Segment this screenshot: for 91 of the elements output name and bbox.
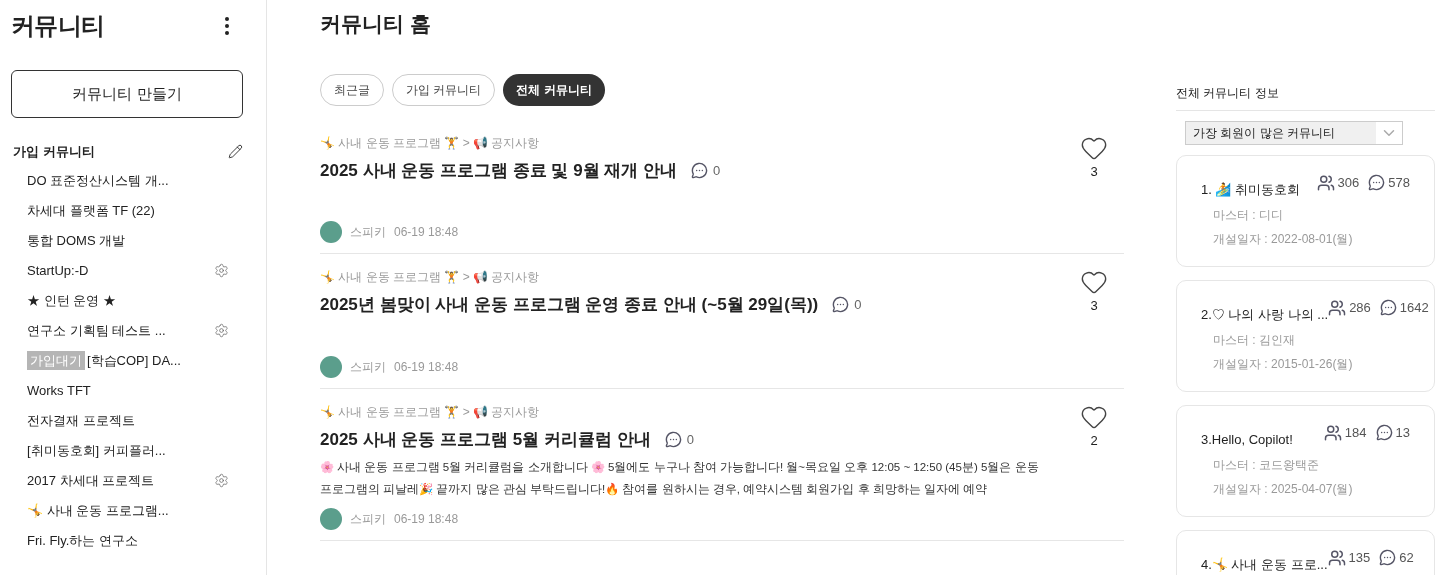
post-title[interactable]: 2025 사내 운동 프로그램 종료 및 9월 재개 안내 bbox=[320, 157, 678, 183]
community-name: 1. 🏄 취미동호회 bbox=[1201, 181, 1301, 199]
community-card[interactable]: 1. 🏄 취미동호회 306 578 마스터 : 디디 개설일자 : 2022-08-01(월) bbox=[1176, 155, 1435, 267]
community-name: 2.♡ 나의 사랑 나의 ... bbox=[1201, 306, 1329, 324]
author-avatar bbox=[320, 355, 342, 378]
info-title: 전체 커뮤니티 정보 bbox=[1176, 84, 1435, 111]
pending-badge: 가입대기 bbox=[27, 350, 85, 371]
community-item[interactable]: Works TFT bbox=[11, 375, 255, 406]
post-preview: 🌸 사내 운동 프로그램 5월 커리큘럼을 소개합니다 🌸 5월에도 누구나 참여 가능합니다! 월~목요일 오후 12:05 ~ 12:50 (45분) 5월은 운동 프로그램의 피날레🎉 끝까지 많은 관심 부탁드립니다!🔥 참여를 원하시는 경우, 예약시스템 회원가입 후 희망하는 일자에 예약 bbox=[320, 460, 1040, 498]
comment-icon bbox=[1375, 424, 1393, 442]
community-name: 4.🤸 사내 운동 프로... bbox=[1201, 556, 1328, 574]
settings-icon[interactable] bbox=[214, 323, 229, 338]
community-item[interactable]: ★ 인턴 운영 ★ bbox=[11, 285, 255, 316]
community-item[interactable]: 전자결재 프로젝트 bbox=[11, 405, 255, 436]
community-item[interactable]: 차세대 플랫폼 TF (22) bbox=[11, 195, 255, 226]
community-name: DO 표준정산시스템 개... bbox=[27, 171, 169, 190]
settings-icon[interactable] bbox=[214, 473, 229, 488]
author-avatar bbox=[320, 508, 342, 530]
community-name: Works TFT bbox=[27, 381, 91, 400]
comment-count: 0 bbox=[686, 430, 694, 449]
members-icon bbox=[1327, 548, 1346, 567]
section-title: 가입 커뮤니티 bbox=[12, 143, 95, 161]
community-item[interactable]: [취미동호회] 커피플러... bbox=[11, 435, 255, 466]
community-name: ★ 인턴 운영 ★ bbox=[27, 291, 116, 310]
more-icon bbox=[225, 17, 229, 35]
community-item[interactable]: StartUp:-D bbox=[11, 255, 255, 286]
member-count: 286 bbox=[1349, 299, 1371, 317]
community-card[interactable]: 3.Hello, Copilot! 184 13 마스터 : 코드왕택준 개설일자 : 2025-04-07(월) bbox=[1176, 405, 1435, 517]
community-name: [취미동호회] 커피플러... bbox=[27, 441, 166, 460]
like-count: 3 bbox=[1090, 162, 1098, 181]
page-title: 커뮤니티 홈 bbox=[320, 11, 432, 37]
sidebar-title: 커뮤니티 bbox=[11, 11, 105, 41]
community-item[interactable]: 🤸 사내 운동 프로그램... bbox=[11, 495, 255, 526]
comment-icon bbox=[1368, 174, 1386, 192]
post-date: 06-19 18:48 bbox=[394, 511, 459, 528]
comment-icon bbox=[832, 296, 850, 314]
founded-date: 개설일자 : 2022-08-01(월) bbox=[1212, 230, 1354, 248]
community-item[interactable]: DO 표준정산시스템 개... bbox=[11, 165, 255, 196]
community-name: 2017 차세대 프로젝트 bbox=[27, 471, 155, 490]
settings-icon[interactable] bbox=[214, 263, 229, 278]
member-count: 184 bbox=[1344, 424, 1367, 442]
founded-date: 개설일자 : 2025-04-07(월) bbox=[1212, 480, 1354, 498]
comment-count: 13 bbox=[1395, 424, 1410, 442]
comment-icon bbox=[1379, 299, 1397, 317]
author-avatar bbox=[320, 221, 342, 243]
edit-icon[interactable] bbox=[228, 144, 243, 160]
comment-icon bbox=[691, 161, 709, 179]
community-item[interactable]: 가입대기 [학습COP] DA... bbox=[11, 345, 255, 376]
founded-date: 개설일자 : 2015-01-26(월) bbox=[1212, 355, 1354, 373]
post-date: 06-19 18:48 bbox=[394, 224, 459, 241]
comment-count: 62 bbox=[1399, 549, 1414, 567]
post-date: 06-19 18:48 bbox=[394, 358, 459, 376]
community-card[interactable]: 4.🤸 사내 운동 프로... 135 62 bbox=[1176, 530, 1435, 575]
community-name: StartUp:-D bbox=[27, 261, 89, 280]
post-title[interactable]: 2025 사내 운동 프로그램 5월 커리큘럼 안내 bbox=[320, 426, 651, 452]
comment-count: 1642 bbox=[1399, 299, 1429, 317]
community-name: 연구소 기획팀 테스트 ... bbox=[27, 321, 166, 340]
author-name: 스피키 bbox=[350, 511, 386, 528]
create-community-button[interactable]: 커뮤니티 만들기 bbox=[11, 70, 243, 118]
like-count: 2 bbox=[1090, 431, 1098, 450]
community-item[interactable]: Fri. Fly.하는 연구소 bbox=[11, 525, 255, 556]
community-name: 통합 DOMS 개발 bbox=[27, 231, 126, 250]
community-name: Fri. Fly.하는 연구소 bbox=[27, 531, 138, 550]
filter-tab[interactable]: 전체 커뮤니티 bbox=[503, 73, 605, 106]
community-item[interactable]: 2017 차세대 프로젝트 bbox=[11, 465, 255, 496]
comment-count: 0 bbox=[713, 161, 721, 180]
community-name: 전자결재 프로젝트 bbox=[27, 411, 135, 430]
comment-count: 578 bbox=[1388, 174, 1410, 192]
comment-count: 0 bbox=[854, 296, 862, 314]
community-item[interactable]: 연구소 기획팀 테스트 ... bbox=[11, 315, 255, 346]
community-card[interactable]: 2.♡ 나의 사랑 나의 ... 286 1642 마스터 : 김인재 개설일자 : 2015-01-26(월) bbox=[1176, 280, 1435, 392]
community-item[interactable]: 통합 DOMS 개발 bbox=[11, 225, 255, 256]
post-title[interactable]: 2025년 봄맞이 사내 운동 프로그램 운영 종료 안내 (~5월 29일(목)) bbox=[320, 292, 819, 318]
community-name: 3.Hello, Copilot! bbox=[1201, 431, 1293, 449]
member-count: 306 bbox=[1337, 174, 1360, 192]
author-name: 스피키 bbox=[350, 224, 386, 241]
community-master: 마스터 : 디디 bbox=[1212, 206, 1284, 224]
community-master: 마스터 : 김인재 bbox=[1212, 331, 1296, 349]
members-icon bbox=[1328, 298, 1347, 317]
community-name: [학습COP] DA... bbox=[87, 351, 181, 370]
sort-select[interactable]: 가장 회원이 많은 커뮤니티 bbox=[1185, 121, 1403, 145]
community-name: 차세대 플랫폼 TF (22) bbox=[27, 201, 155, 220]
like-count: 3 bbox=[1090, 297, 1098, 315]
author-name: 스피키 bbox=[350, 358, 386, 376]
community-master: 마스터 : 코드왕택준 bbox=[1212, 456, 1320, 474]
comment-icon bbox=[1379, 549, 1397, 567]
members-icon bbox=[1316, 173, 1335, 192]
member-count: 135 bbox=[1348, 549, 1371, 567]
community-name: 🤸 사내 운동 프로그램... bbox=[27, 501, 169, 520]
comment-icon bbox=[664, 430, 682, 448]
members-icon bbox=[1323, 423, 1342, 442]
